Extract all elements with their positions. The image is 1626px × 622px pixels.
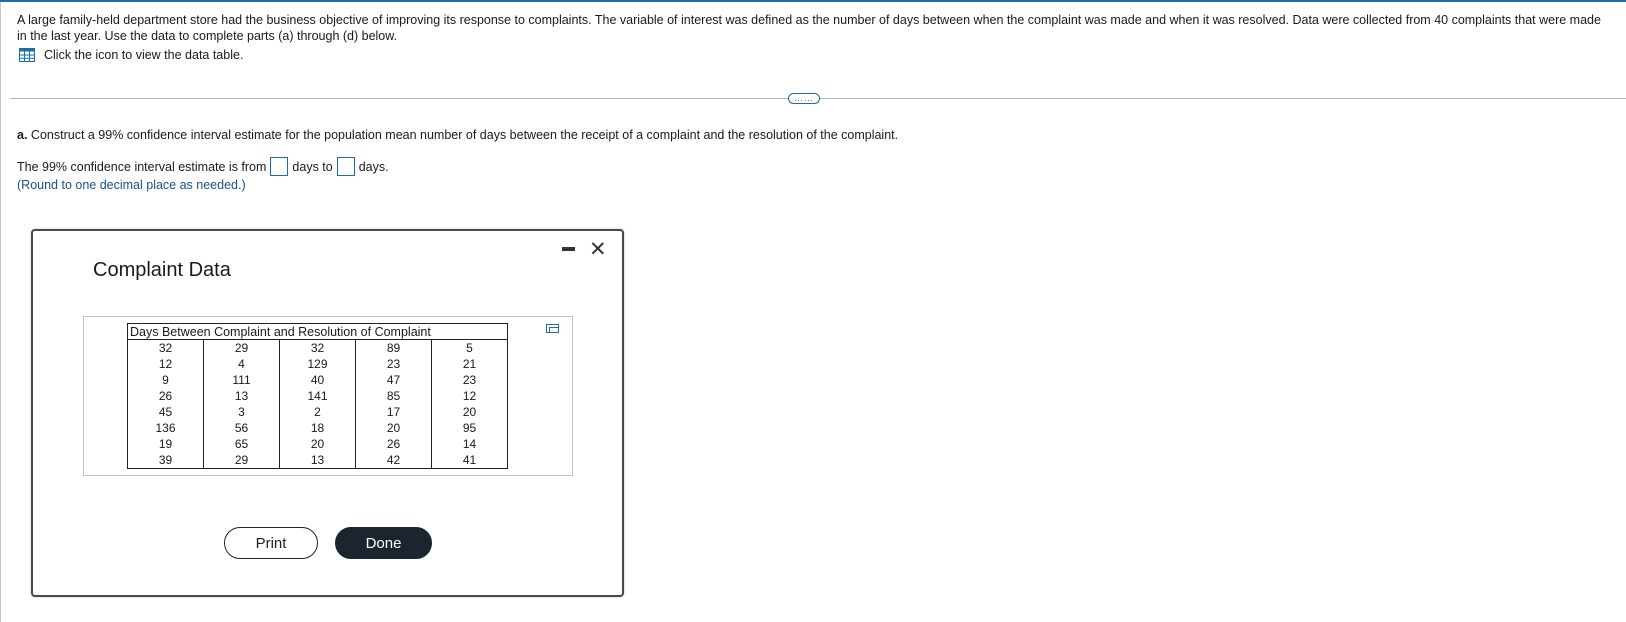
table-cell: 26 (355, 436, 432, 452)
table-cell: 42 (355, 452, 432, 469)
table-row: 26 13 141 85 12 (128, 388, 508, 404)
answer-line: The 99% confidence interval estimate is … (17, 157, 389, 176)
table-cell: 65 (203, 436, 280, 452)
lower-bound-input[interactable] (270, 157, 289, 176)
table-cell: 40 (279, 372, 356, 388)
table-row: 45 3 2 17 20 (128, 404, 508, 420)
rounding-hint: (Round to one decimal place as needed.) (17, 178, 246, 192)
table-cell: 20 (431, 404, 508, 420)
close-icon[interactable]: ✕ (589, 239, 607, 260)
table-cell: 12 (158, 357, 173, 371)
table-cell: 47 (355, 372, 432, 388)
table-cell: 32 (279, 339, 356, 356)
table-cell: 20 (279, 436, 356, 452)
table-cell: 39 (158, 453, 173, 467)
table-row: 9 111 40 47 23 (128, 372, 508, 388)
table-cell: 56 (203, 420, 280, 436)
left-border (0, 2, 1, 622)
table-cell: 85 (355, 388, 432, 404)
top-accent-bar (0, 0, 1626, 2)
table-cell: 14 (431, 436, 508, 452)
table-row: 12 4 129 23 21 (128, 356, 508, 372)
table-row: 32 29 32 89 5 (128, 339, 508, 356)
table-cell: 20 (355, 420, 432, 436)
table-cell: 19 (158, 437, 173, 451)
table-cell: 32 (158, 341, 173, 355)
table-row: 136 56 18 20 95 (128, 420, 508, 436)
data-link-label[interactable]: Click the icon to view the data table. (44, 48, 243, 62)
upper-bound-input[interactable] (336, 157, 355, 176)
question-part-a: a. Construct a 99% confidence interval e… (17, 128, 898, 142)
answer-prefix: The 99% confidence interval estimate is … (17, 159, 267, 174)
table-cell: 3 (203, 404, 280, 420)
table-cell: 89 (355, 339, 432, 356)
answer-middle: days to (292, 159, 333, 174)
answer-suffix: days. (358, 159, 389, 174)
table-cell: 12 (431, 388, 508, 404)
table-cell: 2 (279, 404, 356, 420)
table-cell: 4 (203, 356, 280, 372)
table-cell: 13 (279, 452, 356, 469)
part-label: a. (17, 128, 28, 142)
expand-more-button[interactable]: …… (788, 93, 820, 104)
dialog-title: Complaint Data (93, 259, 231, 281)
done-button[interactable]: Done (335, 527, 432, 559)
table-cell: 18 (279, 420, 356, 436)
print-button[interactable]: Print (224, 527, 318, 559)
table-cell: 136 (155, 421, 176, 435)
table-row: 19 65 20 26 14 (128, 436, 508, 452)
table-cell: 29 (203, 339, 280, 356)
table-cell: 23 (431, 372, 508, 388)
table-grid-icon[interactable] (19, 48, 35, 62)
question-text: Construct a 99% confidence interval esti… (30, 128, 899, 142)
table-cell: 9 (162, 373, 169, 387)
table-cell: 111 (203, 372, 280, 388)
table-row: 39 29 13 42 41 (128, 452, 508, 469)
table-cell: 41 (431, 452, 508, 469)
view-data-table-link[interactable]: Click the icon to view the data table. (19, 48, 243, 62)
table-cell: 45 (158, 405, 173, 419)
minimize-icon[interactable] (562, 247, 575, 251)
table-cell: 17 (355, 404, 432, 420)
table-cell: 141 (279, 388, 356, 404)
problem-statement: A large family-held department store had… (17, 13, 1601, 43)
complaint-data-dialog: Complaint Data ✕ Days Between Complaint … (31, 229, 624, 597)
table-header: Days Between Complaint and Resolution of… (127, 323, 508, 340)
table-cell: 21 (431, 356, 508, 372)
table-cell: 129 (279, 356, 356, 372)
copy-icon[interactable] (546, 324, 560, 336)
data-table-frame: Days Between Complaint and Resolution of… (83, 316, 573, 476)
table-cell: 26 (158, 389, 173, 403)
table-cell: 5 (431, 339, 508, 356)
complaint-data-table: Days Between Complaint and Resolution of… (127, 323, 508, 469)
table-cell: 13 (203, 388, 280, 404)
table-cell: 23 (355, 356, 432, 372)
table-cell: 29 (203, 452, 280, 469)
table-cell: 95 (431, 420, 508, 436)
